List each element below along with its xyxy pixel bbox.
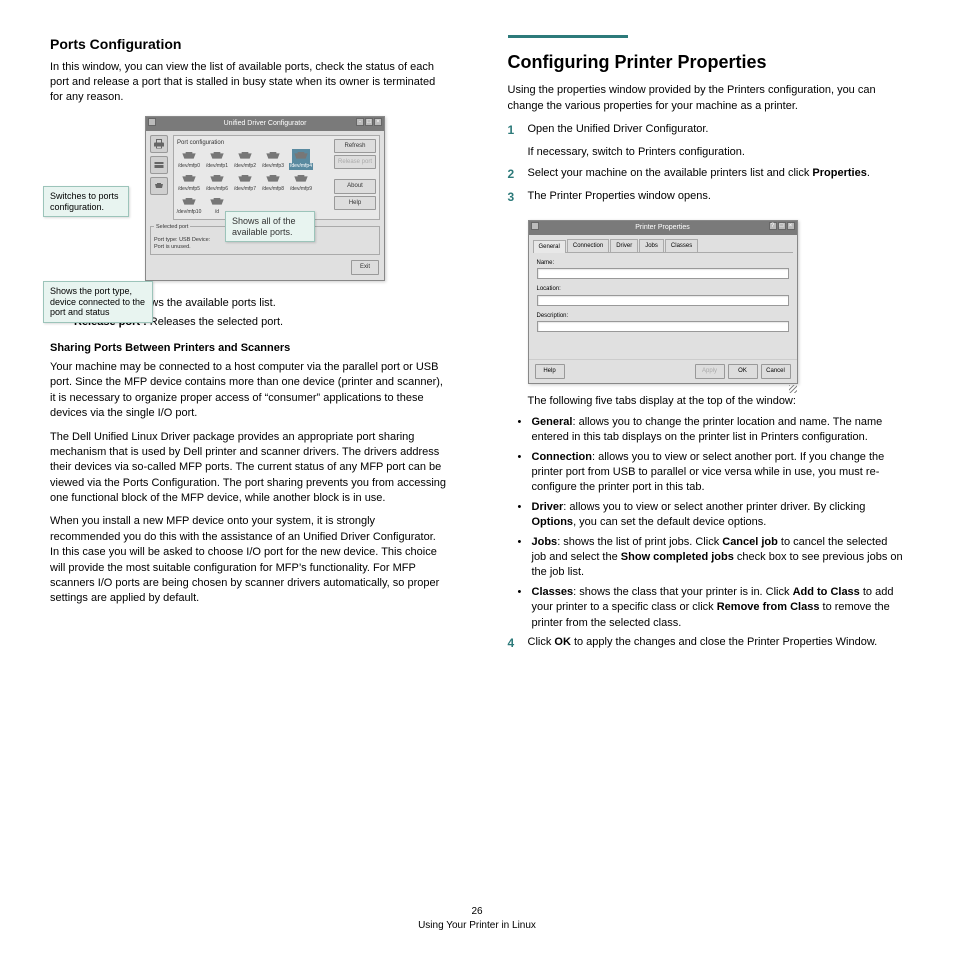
port-item: /dev/mfp10 <box>177 195 201 216</box>
sharing-p2: The Dell Unified Linux Driver package pr… <box>50 430 447 507</box>
sidebar <box>150 135 170 220</box>
pp-apply-button: Apply <box>695 364 725 378</box>
section-title: Using Your Printer in Linux <box>50 919 904 933</box>
window-titlebar: Unified Driver Configurator - □ × <box>146 117 384 131</box>
ports-icon <box>150 177 168 195</box>
pp-tab-connection: Connection <box>567 239 609 252</box>
close-icon: × <box>374 118 382 126</box>
port-item: /dev/mfp1 <box>205 149 229 170</box>
pp-help-icon: ? <box>769 222 777 230</box>
pp-titlebar: Printer Properties ? □ × <box>529 221 797 235</box>
port-item: /dev/mfp6 <box>205 172 229 193</box>
step-1-num: 1 <box>508 122 520 139</box>
location-input <box>537 295 789 306</box>
window-title: Unified Driver Configurator <box>224 120 307 127</box>
printers-icon <box>150 135 168 153</box>
page-footer: 26 Using Your Printer in Linux <box>50 905 904 933</box>
page-number: 26 <box>50 905 904 919</box>
port-item: /dev/mfp7 <box>233 172 257 193</box>
tabs-intro: The following five tabs display at the t… <box>528 394 905 409</box>
tab-desc-item: •Classes: shows the class that your prin… <box>518 585 905 631</box>
help-button: Help <box>334 196 376 210</box>
configuring-intro: Using the properties window provided by … <box>508 83 905 114</box>
callout-port-info: Shows the port type, device connected to… <box>43 281 153 323</box>
pp-tab-classes: Classes <box>665 239 698 252</box>
description-label: Description: <box>537 312 789 320</box>
accent-bar <box>508 35 628 38</box>
pp-cancel-button: Cancel <box>761 364 791 378</box>
port-item: /dev/mfp3 <box>261 149 285 170</box>
left-column: Ports Configuration In this window, you … <box>50 35 447 885</box>
pp-max-icon: □ <box>778 222 786 230</box>
maximize-icon: □ <box>365 118 373 126</box>
step-1-sub: If necessary, switch to Printers configu… <box>528 145 905 160</box>
port-item: /dev/mfp8 <box>261 172 285 193</box>
description-input <box>537 321 789 332</box>
port-item: /dev/mfp2 <box>233 149 257 170</box>
step-2-num: 2 <box>508 166 520 183</box>
ports-config-intro: In this window, you can view the list of… <box>50 60 447 106</box>
tab-desc-item: •Jobs: shows the list of print jobs. Cli… <box>518 535 905 581</box>
step-4-num: 4 <box>508 635 520 652</box>
pp-system-icon <box>531 222 539 230</box>
pp-tab-driver: Driver <box>610 239 638 252</box>
tab-desc-item: •Driver: allows you to view or select an… <box>518 500 905 531</box>
name-input <box>537 268 789 279</box>
ports-config-heading: Ports Configuration <box>50 35 447 55</box>
port-item: /dev/mfp4 <box>289 149 313 170</box>
ports-config-screenshot: Switches to ports configuration. Shows t… <box>145 116 447 281</box>
pp-help-button: Help <box>535 364 565 378</box>
port-item: /dev/mfp9 <box>289 172 313 193</box>
step-1-text: Open the Unified Driver Configurator. <box>528 123 709 135</box>
refresh-button: Refresh <box>334 139 376 153</box>
pp-tab-general: General <box>533 240 566 253</box>
resize-grip-icon <box>789 385 797 393</box>
tab-desc-item: •General: allows you to change the print… <box>518 415 905 446</box>
port-item: /dev/mfp0 <box>177 149 201 170</box>
minimize-icon: - <box>356 118 364 126</box>
pp-close-icon: × <box>787 222 795 230</box>
tab-desc-item: •Connection: allows you to view or selec… <box>518 450 905 496</box>
sharing-p3: When you install a new MFP device onto y… <box>50 514 447 606</box>
sharing-p1: Your machine may be connected to a host … <box>50 360 447 422</box>
right-column: Configuring Printer Properties Using the… <box>508 35 905 885</box>
callout-switches: Switches to ports configuration. <box>43 186 129 218</box>
system-menu-icon <box>148 118 156 126</box>
step-3-text: The Printer Properties window opens. <box>528 189 905 206</box>
pp-ok-button: OK <box>728 364 758 378</box>
release-port-button: Release port <box>334 155 376 169</box>
pp-tab-jobs: Jobs <box>639 239 664 252</box>
location-label: Location: <box>537 285 789 293</box>
name-label: Name: <box>537 259 789 267</box>
sharing-ports-heading: Sharing Ports Between Printers and Scann… <box>50 341 447 356</box>
port-item: /dev/mfp5 <box>177 172 201 193</box>
configuring-heading: Configuring Printer Properties <box>508 50 905 75</box>
port-config-label: Port configuration <box>177 139 331 147</box>
callout-all-ports: Shows all of the available ports. <box>225 211 315 243</box>
step-3-num: 3 <box>508 189 520 206</box>
about-button: About <box>334 179 376 193</box>
exit-button: Exit <box>351 260 379 274</box>
printer-properties-screenshot: Printer Properties ? □ × GeneralConnecti… <box>508 212 798 394</box>
scanners-icon <box>150 156 168 174</box>
ports-panel: Port configuration /dev/mfp0/dev/mfp1/de… <box>177 139 331 216</box>
